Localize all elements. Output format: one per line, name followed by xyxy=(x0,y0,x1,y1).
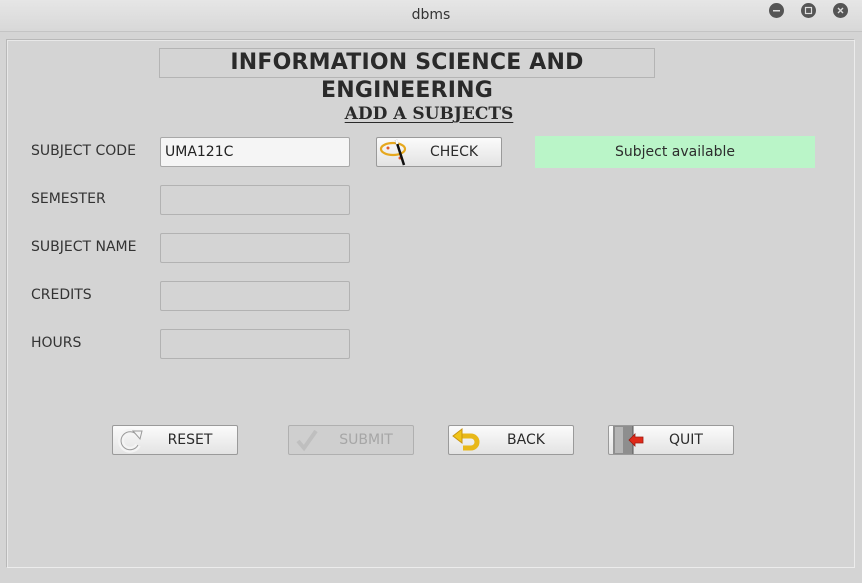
subject-name-input[interactable] xyxy=(160,233,350,263)
exit-door-icon xyxy=(609,426,645,454)
minimize-button[interactable] xyxy=(769,3,784,18)
reset-button-label: RESET xyxy=(167,432,213,448)
semester-label: SEMESTER xyxy=(31,191,106,207)
hours-label: HOURS xyxy=(31,335,82,351)
subject-code-label: SUBJECT CODE xyxy=(31,143,136,159)
minimize-icon xyxy=(773,10,780,12)
subject-name-label: SUBJECT NAME xyxy=(31,239,137,255)
submit-button-label: SUBMIT xyxy=(339,432,393,448)
subject-code-input[interactable] xyxy=(160,137,350,167)
close-icon xyxy=(837,7,844,14)
reset-button[interactable]: RESET xyxy=(112,425,238,455)
window-title: dbms xyxy=(411,7,451,23)
quit-button-label: QUIT xyxy=(669,432,703,448)
checkmark-icon xyxy=(289,426,325,454)
credits-input[interactable] xyxy=(160,281,350,311)
undo-arrow-icon xyxy=(449,426,485,454)
semester-input[interactable] xyxy=(160,185,350,215)
submit-button[interactable]: SUBMIT xyxy=(288,425,414,455)
title-bar: dbms xyxy=(0,0,862,32)
maximize-button[interactable] xyxy=(801,3,816,18)
refresh-icon xyxy=(113,426,149,454)
form-title: ADD A SUBJECTS xyxy=(344,104,514,124)
check-button[interactable]: CHECK xyxy=(376,137,502,167)
close-button[interactable] xyxy=(833,3,848,18)
magic-wand-icon xyxy=(377,138,413,166)
maximize-icon xyxy=(804,6,813,15)
hours-input[interactable] xyxy=(160,329,350,359)
back-button[interactable]: BACK xyxy=(448,425,574,455)
check-button-label: CHECK xyxy=(429,144,479,160)
back-button-label: BACK xyxy=(507,432,545,448)
quit-button[interactable]: QUIT xyxy=(608,425,734,455)
department-heading: INFORMATION SCIENCE AND ENGINEERING xyxy=(159,48,655,103)
credits-label: CREDITS xyxy=(31,287,92,303)
status-message: Subject available xyxy=(535,136,815,168)
